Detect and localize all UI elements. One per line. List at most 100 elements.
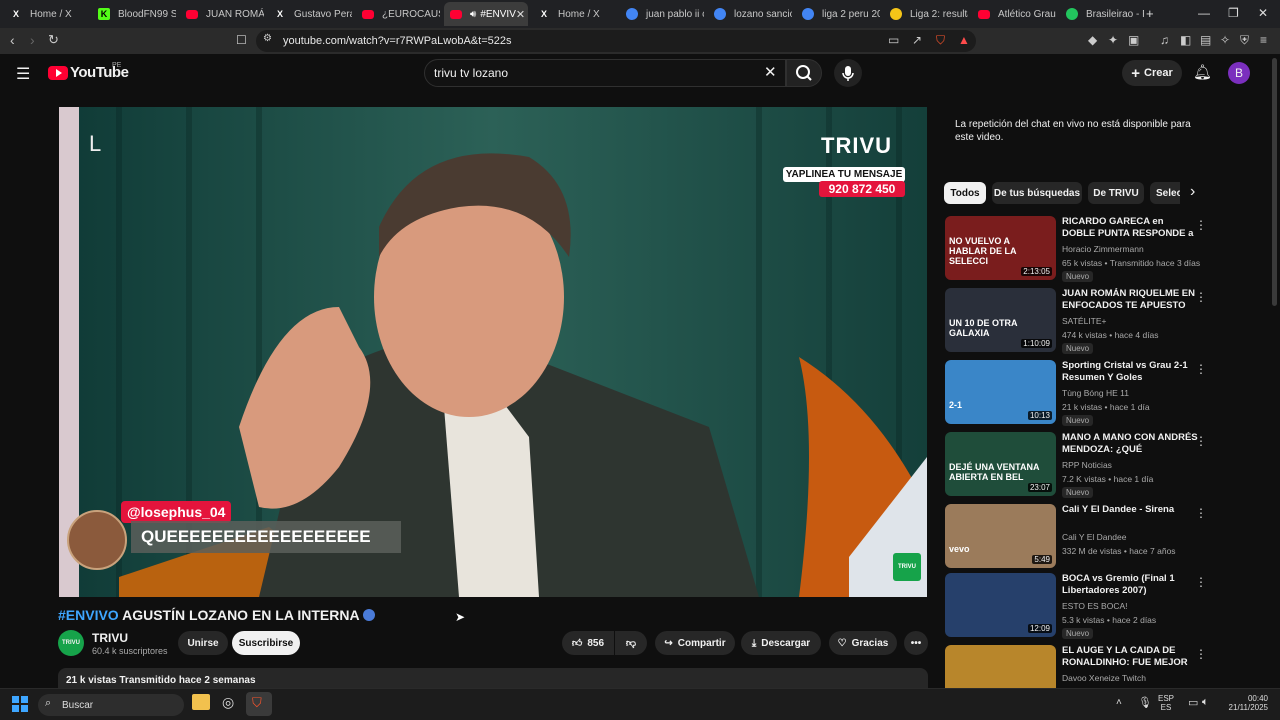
share-button[interactable]: ↪ Compartir [655,631,735,655]
menu-icon[interactable]: ≡ [1260,33,1267,47]
voice-search-button[interactable] [834,59,862,87]
recommendation-item[interactable]: UN 10 DE OTRA GALAXIA 1:10:09 JUAN ROMÁN R… [945,288,1207,354]
tab-1[interactable]: K BloodFN99 Stre [92,4,176,24]
hashtag-link[interactable]: #ENVIVO [58,607,119,623]
brave-shield-icon[interactable]: ⛉ [936,33,945,48]
sidebar-icon[interactable]: ◧ [1180,33,1191,47]
recommendation-item[interactable]: 2-1 10:13 Sporting Cristal vs Grau 2-1 Res… [945,360,1207,426]
thanks-button[interactable]: ♡ Gracias [829,631,897,655]
brave-rewards-icon[interactable]: ▲ [958,33,970,47]
close-tab-icon[interactable]: ✕ [516,8,525,21]
tab-7[interactable]: juan pablo ii co [620,4,704,24]
video-player[interactable]: L TRIVU YAPLINEA TU MENSAJE 920 872 450 … [59,107,927,597]
tray-lang[interactable]: ESP ES [1158,694,1174,712]
reload-icon[interactable]: ↻ [48,32,59,48]
tray-mic-icon[interactable]: 🎙︎ [1138,696,1152,709]
vpn-icon[interactable]: ⛨ [1240,33,1249,48]
more-vert-icon[interactable]: ⋮ [1195,647,1207,661]
recommendation-channel[interactable]: SATÉLITE+ [1062,316,1106,326]
create-button[interactable]: + Crear [1122,60,1182,86]
dislike-button[interactable]: 👎︎ [615,631,647,655]
channel-avatar[interactable]: TRIVU [58,630,84,656]
tray-clock[interactable]: 00:40 21/11/2025 [1228,694,1268,712]
chevron-right-icon[interactable]: › [1190,183,1195,201]
recommendation-title[interactable]: JUAN ROMÁN RIQUELME EN ENFOCADOS TE APUE… [1062,288,1198,313]
share-page-icon[interactable]: ↗ [912,33,922,47]
recommendation-thumbnail[interactable]: vevo 5:49 [945,504,1056,568]
new-tab-button[interactable]: + [1146,6,1154,21]
tab-8[interactable]: lozano sancion [708,4,792,24]
puzzle-icon[interactable]: ✦ [1108,33,1118,47]
recommendation-item[interactable]: NO VUELVO A HABLAR DE LA SELECCI 2:13:05 R… [945,216,1207,282]
join-button[interactable]: Unirse [178,631,228,655]
chip-from-searches[interactable]: De tus búsquedas [992,182,1082,204]
extension-icon[interactable]: ◆ [1088,33,1097,47]
recommendation-title[interactable]: Cali Y El Dandee - Sirena [1062,504,1198,516]
recommendation-channel[interactable]: Davoo Xeneize Twitch [1062,673,1146,683]
recommendation-channel[interactable]: Tùng Bóng HE 11 [1062,388,1129,398]
tab-0[interactable]: X Home / X [4,4,88,24]
recommendation-title[interactable]: BOCA vs Gremio (Final 1 Libertadores 200… [1062,573,1198,597]
back-icon[interactable]: ‹ [10,32,15,48]
tab-4[interactable]: ¿EUROCAUSAS [356,4,440,24]
music-icon[interactable]: ♫ [1160,33,1169,47]
tab-11[interactable]: Atlético Grau 1 [972,4,1056,24]
download-button[interactable]: ⤓ Descargar [741,631,821,655]
recommendation-item[interactable]: 12:09 BOCA vs Gremio (Final 1 Libertadore… [945,573,1207,639]
file-explorer-icon[interactable] [192,694,210,710]
recommendation-thumbnail[interactable]: 2-1 10:13 [945,360,1056,424]
more-vert-icon[interactable]: ⋮ [1195,506,1207,520]
tab-3[interactable]: X Gustavo Peralta [268,4,352,24]
screenshot-icon[interactable]: ▣ [1128,33,1139,47]
taskbar-search[interactable]: Buscar [38,694,184,716]
leo-icon[interactable]: ✧ [1220,33,1230,47]
minimize-icon[interactable]: — [1198,6,1210,20]
recommendation-thumbnail[interactable]: NO VUELVO A HABLAR DE LA SELECCI 2:13:05 [945,216,1056,280]
search-button[interactable] [786,59,822,87]
youtube-logo-icon[interactable] [48,66,68,80]
wallet-icon[interactable]: ▤ [1200,33,1211,47]
chip-select[interactable]: Selec [1150,182,1180,204]
site-info-icon[interactable]: ⚙ [263,33,272,44]
more-vert-icon[interactable]: ⋮ [1195,290,1207,304]
recommendation-title[interactable]: RICARDO GARECA en DOBLE PUNTA RESPONDE a… [1062,216,1198,241]
more-vert-icon[interactable]: ⋮ [1195,434,1207,448]
channel-name[interactable]: TRIVU [92,631,128,645]
recommendation-channel[interactable]: Horacio Zimmermann [1062,244,1144,254]
search-input[interactable]: trivu tv lozano [434,66,508,80]
tab-12[interactable]: Brasileirao - PC [1060,4,1144,24]
windows-start-icon[interactable] [12,696,28,712]
recommendation-thumbnail[interactable]: UN 10 DE OTRA GALAXIA 1:10:09 [945,288,1056,352]
chip-all[interactable]: Todos [944,182,986,204]
tab-2[interactable]: JUAN ROMÁN [180,4,264,24]
more-actions-button[interactable]: ••• [904,631,928,655]
like-button[interactable]: 👍︎ 856 [562,631,614,655]
clear-search-icon[interactable]: ✕ [764,63,777,81]
recommendation-item[interactable]: DEJÉ UNA VENTANA ABIERTA EN BEL 23:07 MANO… [945,432,1207,498]
recommendation-item[interactable]: vevo 5:49 Cali Y El Dandee - Sirena Cali Y … [945,504,1207,568]
tray-chevron-icon[interactable]: ˄ [1116,697,1122,708]
cast-icon[interactable]: ▭ [888,33,899,47]
tab-6[interactable]: X Home / X [532,4,616,24]
more-vert-icon[interactable]: ⋮ [1195,218,1207,232]
app-icon[interactable]: ◎ [222,694,234,711]
network-icon[interactable]: ▭ [1188,696,1198,709]
tab-9[interactable]: liga 2 peru 202 [796,4,880,24]
close-window-icon[interactable]: ✕ [1258,6,1268,20]
chip-from-trivu[interactable]: De TRIVU [1088,182,1144,204]
subscribe-button[interactable]: Suscribirse [232,631,300,655]
tab-10[interactable]: Liga 2: resultad [884,4,968,24]
recommendation-channel[interactable]: Cali Y El Dandee [1062,532,1126,542]
recommendation-title[interactable]: MANO A MANO CON ANDRÉS MENDOZA: ¿QUÉ DEL… [1062,432,1198,457]
recommendation-channel[interactable]: RPP Noticias [1062,460,1112,470]
volume-icon[interactable]: 🔈︎ [1202,696,1209,709]
recommendation-title[interactable]: Sporting Cristal vs Grau 2-1 Resumen Y G… [1062,360,1198,385]
more-vert-icon[interactable]: ⋮ [1195,575,1207,589]
notifications-icon[interactable]: 🔔︎ [1193,63,1212,81]
recommendation-thumbnail[interactable]: 12:09 [945,573,1056,637]
hamburger-icon[interactable]: ☰ [16,64,30,84]
more-vert-icon[interactable]: ⋮ [1195,362,1207,376]
recommendation-title[interactable]: EL AUGE Y LA CAIDA DE RONALDINHO: FUE ME… [1062,645,1198,670]
url-text[interactable]: youtube.com/watch?v=r7RWPaLwobA&t=522s [283,35,511,47]
avatar[interactable]: B [1228,62,1250,84]
